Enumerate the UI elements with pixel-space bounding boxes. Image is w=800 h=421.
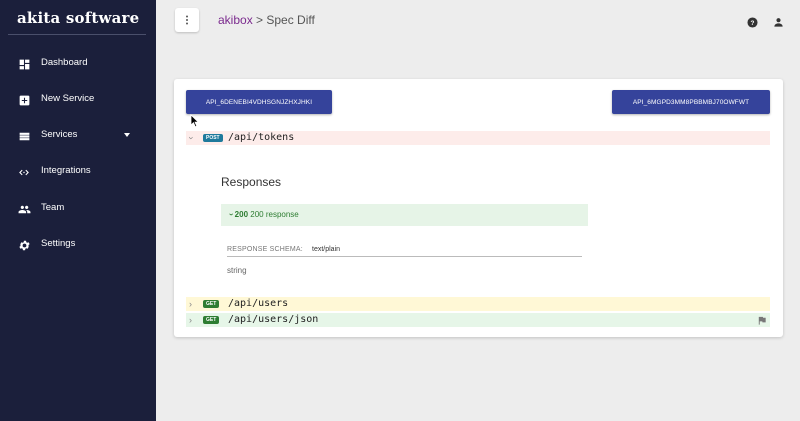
endpoint-path: /api/tokens bbox=[228, 132, 295, 143]
sidebar-item-label: Integrations bbox=[41, 165, 91, 176]
breadcrumb-current: Spec Diff bbox=[266, 13, 315, 27]
sidebar-item-dashboard[interactable]: Dashboard bbox=[0, 50, 156, 78]
svg-text:?: ? bbox=[751, 20, 755, 27]
sidebar-item-label: New Service bbox=[41, 93, 95, 104]
response-summary: ›200 200 response bbox=[226, 210, 299, 219]
code-icon bbox=[16, 164, 32, 180]
add-box-icon bbox=[16, 92, 32, 108]
more-vert-icon bbox=[186, 15, 188, 25]
schema-divider bbox=[227, 256, 582, 257]
schema-type: string bbox=[227, 266, 247, 275]
flag-icon[interactable] bbox=[756, 315, 768, 326]
left-spec-button[interactable]: API_6DENEBI4VDHSGNJZHXJHKI bbox=[186, 90, 332, 114]
sidebar-item-new-service[interactable]: New Service bbox=[0, 86, 156, 114]
logo-divider bbox=[8, 34, 146, 35]
endpoint-row[interactable]: › GET /api/users/json bbox=[186, 313, 770, 327]
chevron-down-icon[interactable]: › bbox=[187, 137, 197, 140]
response-description: 200 response bbox=[250, 210, 299, 219]
endpoint-path: /api/users bbox=[228, 298, 289, 309]
method-badge: GET bbox=[203, 300, 220, 308]
breadcrumb-link-service[interactable]: akibox bbox=[218, 13, 253, 27]
schema-label: RESPONSE SCHEMA: bbox=[227, 246, 303, 253]
people-icon bbox=[16, 201, 32, 217]
sidebar-item-services[interactable]: Services bbox=[0, 122, 156, 150]
list-icon bbox=[16, 128, 32, 144]
chevron-down-icon: › bbox=[226, 213, 236, 216]
spec-diff-card: API_6DENEBI4VDHSGNJZHXJHKI API_6MGPD3MM8… bbox=[174, 79, 783, 337]
breadcrumb: akibox > Spec Diff bbox=[218, 13, 315, 27]
sidebar-item-label: Settings bbox=[41, 238, 76, 249]
method-badge: GET bbox=[203, 316, 220, 324]
sidebar-item-label: Dashboard bbox=[41, 57, 88, 68]
chevron-right-icon[interactable]: › bbox=[189, 299, 192, 309]
gear-icon bbox=[16, 237, 32, 253]
help-icon[interactable]: ? bbox=[747, 17, 758, 28]
method-badge: POST bbox=[203, 134, 223, 142]
mouse-cursor-icon bbox=[190, 114, 200, 128]
responses-heading: Responses bbox=[221, 175, 282, 189]
dashboard-icon bbox=[16, 56, 32, 72]
sidebar-item-settings[interactable]: Settings bbox=[0, 231, 156, 259]
endpoint-row[interactable]: › POST /api/tokens bbox=[186, 131, 770, 145]
chevron-down-icon[interactable] bbox=[124, 133, 130, 137]
schema-content-type: text/plain bbox=[312, 246, 341, 253]
more-options-button[interactable] bbox=[175, 8, 199, 32]
sidebar-item-team[interactable]: Team bbox=[0, 195, 156, 223]
response-code: 200 bbox=[234, 210, 249, 219]
sidebar-item-integrations[interactable]: Integrations bbox=[0, 158, 156, 186]
endpoint-path: /api/users/json bbox=[228, 314, 319, 325]
right-spec-button[interactable]: API_6MGPD3MM8PBBMBJ70OWFWT bbox=[612, 90, 770, 114]
breadcrumb-separator: > bbox=[252, 13, 267, 27]
endpoint-row[interactable]: › GET /api/users bbox=[186, 297, 770, 311]
sidebar: akita software Dashboard New Service Ser… bbox=[0, 0, 156, 421]
sidebar-item-label: Team bbox=[41, 202, 65, 213]
app-logo[interactable]: akita software bbox=[17, 9, 139, 27]
sidebar-item-label: Services bbox=[41, 129, 78, 140]
person-icon[interactable] bbox=[773, 17, 784, 28]
response-accordion[interactable]: ›200 200 response bbox=[221, 204, 588, 226]
chevron-right-icon[interactable]: › bbox=[189, 315, 192, 325]
